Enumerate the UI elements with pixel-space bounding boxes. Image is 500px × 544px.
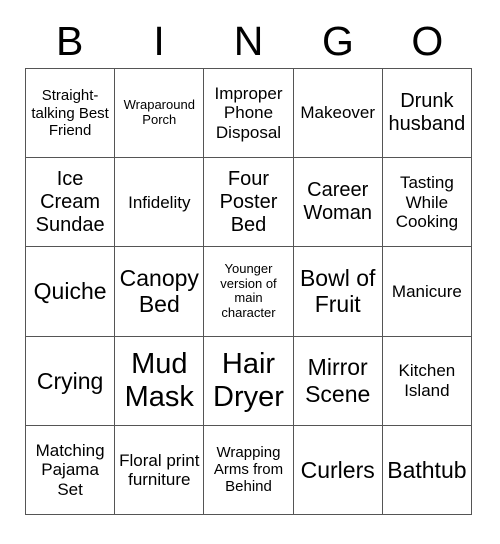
bingo-cell-label: Bowl of Fruit — [299, 265, 376, 318]
bingo-cell-i5[interactable]: Floral print furniture — [115, 425, 205, 515]
bingo-cell-g1[interactable]: Makeover — [293, 69, 383, 159]
bingo-cell-g4[interactable]: Mirror Scene — [293, 336, 383, 426]
bingo-cell-label: Infidelity — [128, 192, 191, 212]
bingo-cell-i2[interactable]: Infidelity — [115, 158, 205, 248]
bingo-cell-label: Tasting While Cooking — [395, 173, 459, 231]
bingo-cell-label: Wrapping Arms from Behind — [213, 444, 284, 496]
bingo-cell-g5[interactable]: Curlers — [293, 425, 383, 515]
bingo-cell-label: Bathtub — [387, 456, 467, 483]
bingo-cell-n2[interactable]: Four Poster Bed — [204, 158, 294, 248]
bingo-cell-label: Younger version of main character — [220, 260, 277, 321]
bingo-cell-label: Floral print furniture — [119, 450, 200, 489]
bingo-cell-label: Crying — [36, 367, 104, 394]
bingo-cell-label: Wraparound Porch — [123, 97, 195, 128]
bingo-cell-o4[interactable]: Kitchen Island — [382, 336, 472, 426]
bingo-cell-label: Quiche — [33, 278, 107, 305]
bingo-cell-label: Canopy Bed — [119, 265, 199, 318]
bingo-cell-n5[interactable]: Wrapping Arms from Behind — [204, 425, 294, 515]
bingo-cell-i4[interactable]: Mud Mask — [115, 336, 205, 426]
bingo-cell-n1[interactable]: Improper Phone Disposal — [204, 69, 294, 159]
bingo-cell-label: Drunk husband — [388, 90, 466, 136]
bingo-cell-b1[interactable]: Straight-talking Best Friend — [26, 69, 116, 159]
bingo-cell-g2[interactable]: Career Woman — [293, 158, 383, 248]
bingo-header-letter-g: G — [321, 17, 354, 64]
bingo-cell-label: Career Woman — [303, 179, 372, 225]
bingo-cell-label: Ice Cream Sundae — [35, 168, 105, 236]
bingo-cell-label: Four Poster Bed — [219, 168, 278, 236]
bingo-cell-label: Improper Phone Disposal — [214, 84, 283, 142]
bingo-cell-b2[interactable]: Ice Cream Sundae — [26, 158, 116, 248]
bingo-cell-o5[interactable]: Bathtub — [382, 425, 472, 515]
bingo-cell-label: Mirror Scene — [305, 354, 371, 407]
bingo-cell-o1[interactable]: Drunk husband — [382, 69, 472, 159]
bingo-card: B I N G O Straight-talking Best Friend W… — [0, 0, 500, 544]
bingo-cell-o2[interactable]: Tasting While Cooking — [382, 158, 472, 248]
bingo-cell-label: Matching Pajama Set — [35, 440, 105, 499]
bingo-cell-label: Makeover — [300, 103, 376, 123]
bingo-header-letter-b: B — [56, 17, 84, 64]
bingo-cell-g3[interactable]: Bowl of Fruit — [293, 247, 383, 337]
bingo-cell-b5[interactable]: Matching Pajama Set — [26, 425, 116, 515]
bingo-cell-n3[interactable]: Younger version of main character — [204, 247, 294, 337]
bingo-cell-label: Curlers — [300, 456, 375, 483]
bingo-cell-b4[interactable]: Crying — [26, 336, 116, 426]
bingo-cell-o3[interactable]: Manicure — [382, 247, 472, 337]
bingo-header-letter-o: O — [411, 17, 444, 64]
bingo-cell-b3[interactable]: Quiche — [26, 247, 116, 337]
bingo-cell-label: Straight-talking Best Friend — [31, 87, 109, 139]
bingo-header-letter-i: I — [153, 17, 165, 64]
bingo-cell-n4[interactable]: Hair Dryer — [204, 336, 294, 426]
bingo-header-row: B I N G O — [25, 14, 472, 68]
bingo-grid: Straight-talking Best Friend Wraparound … — [25, 68, 472, 515]
bingo-cell-label: Hair Dryer — [213, 347, 284, 413]
bingo-cell-i3[interactable]: Canopy Bed — [115, 247, 205, 337]
bingo-cell-i1[interactable]: Wraparound Porch — [115, 69, 205, 159]
bingo-cell-label: Manicure — [391, 281, 462, 301]
bingo-cell-label: Kitchen Island — [398, 361, 456, 400]
bingo-cell-label: Mud Mask — [124, 347, 194, 413]
bingo-header-letter-n: N — [233, 17, 264, 64]
